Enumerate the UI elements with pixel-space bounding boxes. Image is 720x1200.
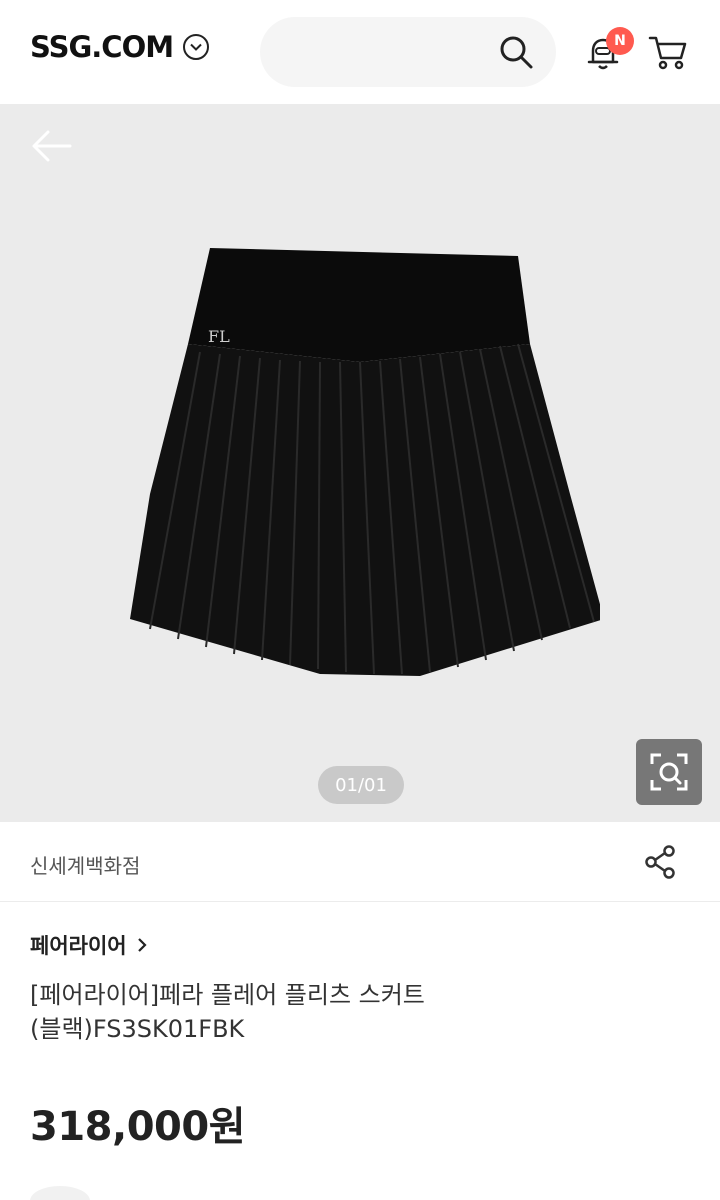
product-title: [페어라이어]페라 플레어 플리츠 스커트 (블랙)FS3SK01FBK (30, 978, 670, 1046)
image-counter: 01/01 (318, 766, 404, 804)
logo-text: SSG.COM (30, 30, 174, 64)
notification-badge: N (606, 27, 634, 55)
chevron-right-icon (137, 938, 147, 952)
store-name[interactable]: 신세계백화점 (30, 850, 140, 879)
search-icon[interactable] (498, 34, 534, 70)
store-row: 신세계백화점 (0, 822, 720, 902)
search-input[interactable] (260, 17, 556, 87)
logo-button[interactable]: SSG.COM (30, 30, 210, 64)
share-icon[interactable] (642, 844, 678, 880)
cart-icon[interactable] (648, 34, 688, 72)
svg-text:FL: FL (208, 327, 230, 346)
back-arrow-icon[interactable] (30, 128, 74, 164)
top-header: SSG.COM N (0, 0, 720, 104)
brand-name: 페어라이어 (30, 934, 127, 958)
product-price: 318,000원 (30, 1104, 246, 1150)
lens-search-icon (650, 753, 688, 791)
chevron-down-icon[interactable] (183, 34, 210, 60)
product-title-line1: [페어라이어]페라 플레어 플리츠 스커트 (30, 981, 425, 1009)
product-title-line2: (블랙)FS3SK01FBK (30, 1015, 245, 1043)
lens-search-button[interactable] (636, 739, 702, 805)
next-section-peek (30, 1186, 90, 1200)
product-gallery[interactable]: FL 01/01 (0, 104, 720, 822)
product-image: FL (130, 248, 600, 676)
brand-link[interactable]: 페어라이어 (30, 930, 147, 960)
